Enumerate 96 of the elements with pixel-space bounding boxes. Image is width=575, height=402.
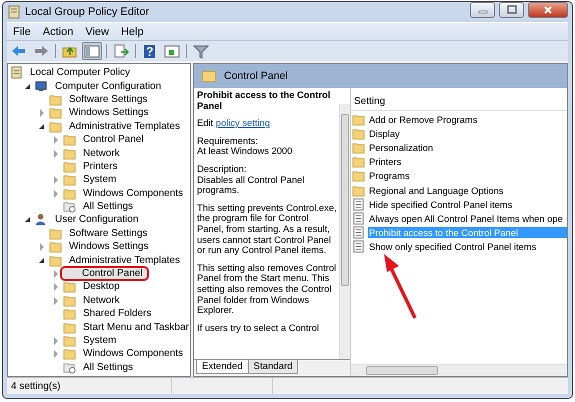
folder-icon bbox=[49, 106, 62, 120]
column-header[interactable]: Setting bbox=[351, 96, 567, 111]
tree-item[interactable]: Local Computer Policy bbox=[26, 66, 134, 80]
setting-item[interactable]: Always open All Control Panel Items when ope bbox=[368, 212, 564, 224]
tab[interactable]: Extended bbox=[196, 360, 249, 374]
panel-button[interactable] bbox=[82, 42, 102, 60]
window-title: Local Group Policy Editor bbox=[25, 6, 150, 18]
setting-page-icon bbox=[352, 226, 365, 240]
collapse-arrow-icon[interactable] bbox=[38, 122, 47, 131]
setting-item[interactable]: Add or Remove Programs bbox=[368, 114, 478, 125]
horizontal-scrollbar[interactable] bbox=[351, 364, 567, 376]
folder-icon bbox=[49, 120, 62, 133]
folder-icon bbox=[49, 92, 62, 106]
setting-item[interactable]: Hide specified Control Panel items bbox=[368, 198, 514, 210]
tree-item[interactable]: Windows Settings bbox=[65, 106, 152, 120]
folder-icon bbox=[63, 334, 76, 347]
tree-item[interactable]: Software Settings bbox=[65, 226, 152, 240]
vertical-scrollbar[interactable] bbox=[339, 104, 350, 359]
setting-item[interactable]: Show only specified Control Panel items bbox=[368, 241, 538, 252]
maximize-icon bbox=[506, 5, 516, 15]
folder-icon bbox=[49, 226, 62, 240]
description-text: Description: Disables all Control Panel programs. bbox=[197, 164, 306, 196]
tree-item[interactable]: User Configuration bbox=[51, 213, 142, 226]
tree-item[interactable]: Administrative Templates bbox=[65, 120, 184, 133]
folder-icon bbox=[63, 186, 76, 200]
tree-item[interactable]: System bbox=[79, 173, 120, 186]
description-text: Requirements: At least Windows 2000 bbox=[197, 136, 294, 157]
collapse-arrow-icon[interactable] bbox=[24, 82, 33, 91]
computer-icon bbox=[35, 80, 48, 93]
settings-page-icon bbox=[63, 360, 76, 374]
status-text: 4 setting(s) bbox=[10, 380, 62, 392]
folder-icon bbox=[49, 254, 62, 267]
folder-icon bbox=[63, 307, 76, 320]
folder-icon bbox=[202, 70, 216, 82]
tree-item[interactable]: Network bbox=[79, 146, 124, 160]
tree-item[interactable]: Network bbox=[79, 294, 124, 307]
tree-item[interactable]: System bbox=[79, 334, 120, 347]
tree-item[interactable]: All Settings bbox=[79, 200, 138, 214]
description-text: This setting prevents Control.exe, the program file for Control Panel, from starting. As a result, users cannot start Control Panel or run any Control Panel items. bbox=[197, 202, 337, 256]
description-text: If users try to select a Control bbox=[197, 322, 320, 334]
tree-item[interactable]: Windows Settings bbox=[65, 240, 152, 254]
folder-icon bbox=[63, 347, 76, 360]
close-button[interactable] bbox=[528, 2, 568, 18]
pane-title: Control Panel bbox=[224, 70, 288, 82]
folder-icon bbox=[352, 126, 365, 140]
tree-item[interactable]: Start Menu and Taskbar bbox=[79, 320, 190, 334]
tree-item[interactable]: Printers bbox=[79, 160, 122, 173]
folder-icon bbox=[352, 184, 365, 197]
menu-item[interactable]: Help bbox=[114, 26, 150, 38]
policy-setting-link[interactable]: policy setting bbox=[216, 117, 270, 128]
tree-item[interactable]: Administrative Templates bbox=[65, 254, 184, 267]
setting-page-icon bbox=[352, 212, 365, 225]
tree-item[interactable]: Computer Configuration bbox=[51, 80, 166, 93]
tree-item[interactable]: All Settings bbox=[79, 360, 138, 374]
menu-item[interactable]: Action bbox=[36, 26, 80, 38]
setting-page-icon bbox=[352, 240, 365, 254]
maximize-button[interactable] bbox=[499, 2, 524, 18]
tree-item[interactable]: Software Settings bbox=[65, 92, 152, 106]
folder-icon bbox=[63, 294, 76, 307]
menu-item[interactable]: File bbox=[7, 26, 37, 38]
close-icon bbox=[543, 5, 553, 15]
folder-icon bbox=[63, 146, 76, 160]
description-text: This setting also removes Control Panel from the Start menu. This setting also removes the Control Panel folder from Windows Explorer. bbox=[197, 262, 337, 316]
folder-icon bbox=[63, 160, 76, 173]
tree-item[interactable]: Control Panel bbox=[60, 266, 149, 282]
setting-item[interactable]: Printers bbox=[368, 156, 402, 168]
tree-item[interactable]: Control Panel bbox=[79, 133, 148, 146]
folder-icon bbox=[63, 280, 76, 294]
settings-page-icon bbox=[63, 200, 76, 214]
scroll-icon bbox=[10, 66, 23, 80]
folder-icon bbox=[352, 112, 365, 126]
collapse-arrow-icon[interactable] bbox=[24, 215, 33, 224]
tree-item[interactable]: Desktop bbox=[79, 280, 124, 294]
user-icon bbox=[35, 213, 48, 226]
folder-icon bbox=[63, 133, 76, 146]
scroll-icon bbox=[7, 5, 21, 19]
setting-page-icon bbox=[352, 198, 365, 211]
policy-title: Prohibit access to the Control Panel bbox=[197, 90, 332, 112]
folder-icon bbox=[352, 155, 365, 168]
collapse-arrow-icon[interactable] bbox=[38, 256, 47, 265]
tree-item[interactable]: Windows Components bbox=[79, 347, 188, 360]
setting-item[interactable]: Programs bbox=[368, 170, 411, 182]
tab[interactable]: Standard bbox=[248, 360, 298, 374]
folder-icon bbox=[352, 140, 365, 154]
folder-icon bbox=[352, 169, 365, 182]
setting-item[interactable]: Display bbox=[368, 128, 401, 139]
folder-icon bbox=[63, 320, 76, 334]
tree-item[interactable]: Shared Folders bbox=[79, 307, 156, 320]
folder-icon bbox=[63, 173, 76, 186]
setting-item[interactable]: Regional and Language Options bbox=[368, 184, 504, 196]
menu-item[interactable]: View bbox=[79, 26, 115, 38]
tree-item[interactable]: Windows Components bbox=[79, 186, 188, 200]
folder-icon bbox=[49, 240, 62, 254]
edit-label: Edit bbox=[197, 117, 214, 128]
setting-item[interactable]: Personalization bbox=[368, 142, 434, 153]
minimize-button[interactable] bbox=[470, 2, 495, 18]
